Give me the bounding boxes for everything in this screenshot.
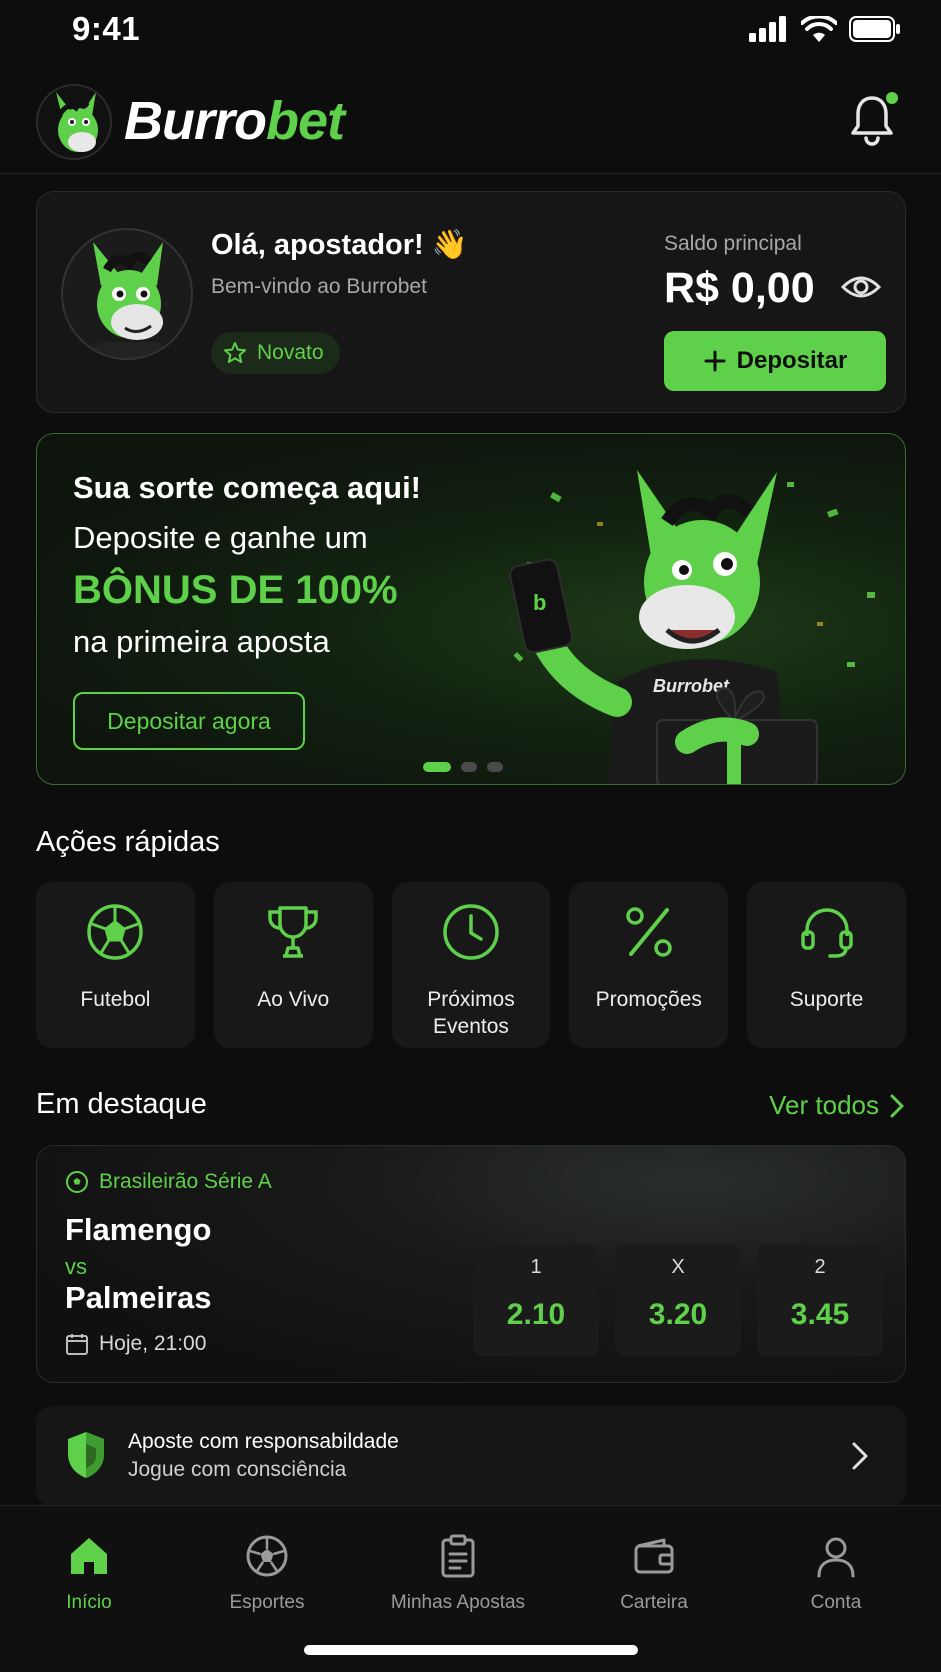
status-icons bbox=[749, 14, 901, 44]
odd-value: 3.45 bbox=[790, 1298, 850, 1331]
odd-home-button[interactable]: 1 2.10 bbox=[473, 1244, 599, 1356]
wallet-icon bbox=[634, 1538, 674, 1574]
svg-text:b: b bbox=[533, 590, 546, 615]
quick-action-label: Ao Vivo bbox=[257, 988, 330, 1011]
percent-icon bbox=[626, 907, 672, 957]
welcome-text: Bem-vindo ao Burrobet bbox=[211, 275, 427, 298]
tab-label: Início bbox=[66, 1592, 112, 1613]
odd-value: 3.20 bbox=[648, 1298, 708, 1331]
quick-action-promocoes[interactable]: Promoções bbox=[569, 882, 729, 1048]
mascot-illustration: Burrobet b bbox=[509, 470, 875, 784]
odd-label: 2 bbox=[814, 1256, 826, 1278]
tab-label: Minhas Apostas bbox=[390, 1592, 526, 1613]
see-all-link[interactable]: Ver todos bbox=[769, 1090, 905, 1121]
plus-icon bbox=[704, 350, 726, 372]
clock-icon bbox=[443, 904, 499, 960]
notification-dot bbox=[886, 92, 898, 104]
shield-icon bbox=[68, 1432, 104, 1478]
home-team: Flamengo bbox=[65, 1212, 212, 1247]
trophy-icon bbox=[268, 906, 318, 958]
home-icon bbox=[71, 1538, 107, 1574]
league-row: Brasileirão Série A bbox=[65, 1170, 272, 1194]
logo-primary: Burro bbox=[124, 91, 267, 151]
quick-action-suporte[interactable]: Suporte bbox=[747, 882, 906, 1048]
tab-carteira[interactable]: Carteira bbox=[564, 1534, 744, 1614]
see-all-label: Ver todos bbox=[769, 1090, 879, 1120]
quick-actions-title: Ações rápidas bbox=[36, 826, 220, 858]
carousel-dot-active[interactable] bbox=[423, 762, 451, 772]
deposit-button[interactable]: Depositar bbox=[664, 331, 886, 391]
wifi-icon bbox=[801, 16, 837, 42]
logo-mascot-icon bbox=[36, 84, 112, 160]
promo-title: Sua sorte começa aqui! bbox=[73, 470, 422, 505]
star-icon bbox=[224, 342, 246, 363]
quick-action-futebol[interactable]: Futebol bbox=[36, 882, 195, 1048]
carousel-dot[interactable] bbox=[461, 762, 477, 772]
quick-action-label: Futebol bbox=[80, 988, 151, 1011]
odd-draw-button[interactable]: X 3.20 bbox=[615, 1244, 741, 1356]
match-time-label: Hoje, 21:00 bbox=[99, 1332, 207, 1355]
clipboard-icon bbox=[441, 1534, 475, 1578]
away-team: Palmeiras bbox=[65, 1280, 212, 1315]
quick-action-ao-vivo[interactable]: Ao Vivo bbox=[213, 882, 373, 1048]
user-icon bbox=[817, 1537, 855, 1578]
deposit-now-button[interactable]: Depositar agora bbox=[73, 692, 305, 750]
promo-bonus: BÔNUS DE 100% bbox=[73, 568, 398, 612]
tab-label: Carteira bbox=[620, 1592, 688, 1613]
quick-action-label: Suporte bbox=[789, 988, 864, 1011]
tab-conta[interactable]: Conta bbox=[746, 1534, 926, 1614]
logo-accent: bet bbox=[266, 91, 345, 151]
soccer-ball-icon bbox=[87, 904, 144, 960]
quick-action-label: Promoções bbox=[595, 988, 702, 1011]
tab-label: Esportes bbox=[229, 1592, 305, 1613]
profile-card: Olá, apostador! 👋 Bem-vindo ao Burrobet … bbox=[36, 191, 906, 413]
promo-line2: na primeira aposta bbox=[73, 624, 330, 659]
balance-label: Saldo principal bbox=[664, 232, 802, 255]
featured-title: Em destaque bbox=[36, 1088, 207, 1120]
eye-icon[interactable] bbox=[841, 272, 881, 302]
odd-value: 2.10 bbox=[506, 1298, 566, 1331]
promo-banner[interactable]: Sua sorte começa aqui! Deposite e ganhe … bbox=[36, 433, 906, 785]
soccer-ball-icon bbox=[66, 1171, 88, 1193]
match-card[interactable]: Brasileirão Série A Flamengo vs Palmeira… bbox=[36, 1145, 906, 1383]
status-time: 9:41 bbox=[72, 10, 141, 47]
balance-value: R$ 0,00 bbox=[664, 264, 815, 312]
soccer-ball-icon bbox=[246, 1535, 288, 1577]
responsible-subtitle: Jogue com consciência bbox=[128, 1458, 347, 1481]
app-logo[interactable]: Burrobet bbox=[124, 90, 345, 152]
tab-label: Conta bbox=[810, 1592, 862, 1613]
responsible-title: Aposte com responsabildade bbox=[128, 1430, 399, 1453]
rank-label: Novato bbox=[257, 341, 324, 364]
deposit-label: Depositar bbox=[736, 347, 848, 374]
signal-icon bbox=[749, 16, 786, 42]
versus-label: vs bbox=[65, 1254, 87, 1279]
responsible-gaming-banner[interactable]: Aposte com responsabildade Jogue com con… bbox=[36, 1406, 906, 1506]
battery-icon bbox=[849, 16, 900, 42]
quick-action-label: Próximos Eventos bbox=[427, 988, 515, 1038]
home-indicator bbox=[304, 1645, 638, 1655]
quick-actions: Futebol Ao Vivo Próximos Eventos Promoçõ… bbox=[36, 882, 906, 1048]
odd-label: X bbox=[671, 1256, 685, 1278]
app-header: Burrobet bbox=[0, 70, 941, 174]
greeting-title: Olá, apostador! 👋 bbox=[211, 229, 468, 261]
tab-inicio[interactable]: Início bbox=[0, 1534, 179, 1614]
odd-label: 1 bbox=[530, 1256, 542, 1278]
status-bar: 9:41 bbox=[0, 0, 941, 62]
odds-group: 1 2.10 X 3.20 2 3.45 bbox=[473, 1244, 883, 1356]
chevron-right-icon bbox=[890, 1094, 904, 1117]
promo-line1: Deposite e ganhe um bbox=[73, 520, 368, 555]
avatar[interactable] bbox=[61, 228, 193, 360]
quick-action-proximos-eventos[interactable]: Próximos Eventos bbox=[391, 882, 551, 1048]
calendar-icon bbox=[66, 1334, 88, 1355]
league-name: Brasileirão Série A bbox=[99, 1170, 272, 1193]
match-time: Hoje, 21:00 bbox=[65, 1332, 206, 1356]
odd-away-button[interactable]: 2 3.45 bbox=[757, 1244, 883, 1356]
tab-minhas-apostas[interactable]: Minhas Apostas bbox=[368, 1534, 548, 1614]
rank-badge: Novato bbox=[211, 332, 340, 374]
headset-icon bbox=[800, 908, 853, 958]
tab-esportes[interactable]: Esportes bbox=[177, 1534, 357, 1614]
chevron-right-icon bbox=[852, 1442, 868, 1470]
